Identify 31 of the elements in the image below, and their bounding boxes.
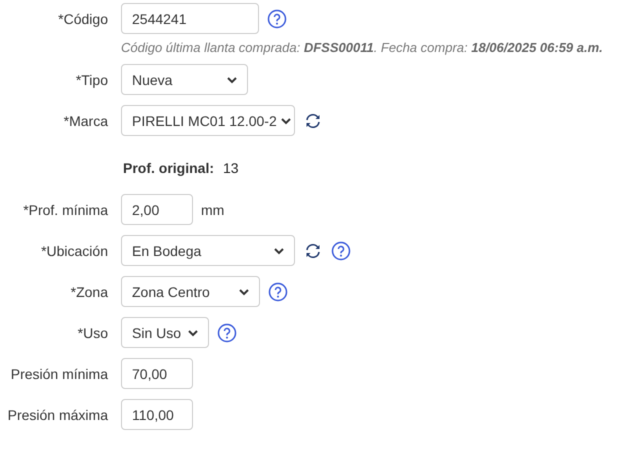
- hint-text: Código última llanta comprada: DFSS00011. Fecha compra: 18/06/2025 06:59 a.m.: [121, 40, 603, 55]
- input-field[interactable]: 70,00: [121, 358, 193, 389]
- input-field[interactable]: 2,00: [121, 194, 193, 225]
- input-field[interactable]: 110,00: [121, 399, 193, 430]
- dropdown[interactable]: En Bodega: [121, 235, 295, 266]
- field-label: Presión mínima: [10, 366, 108, 382]
- input-field[interactable]: 2544241: [121, 3, 259, 34]
- field-label: *Prof. mínima: [23, 202, 108, 218]
- chevron-icon: [239, 288, 249, 296]
- help-icon[interactable]: [267, 8, 287, 28]
- help-icon[interactable]: [217, 322, 237, 342]
- help-icon[interactable]: [331, 240, 351, 260]
- dropdown[interactable]: Sin Uso: [121, 317, 209, 348]
- field-label: *Código: [58, 10, 108, 26]
- chevron-icon: [188, 328, 198, 336]
- chevron-icon: [280, 116, 291, 124]
- help-icon[interactable]: [268, 282, 288, 302]
- chevron-icon: [227, 76, 237, 84]
- field-label: *Zona: [70, 284, 108, 300]
- dropdown[interactable]: Zona Centro: [121, 276, 260, 307]
- field-label: *Tipo: [76, 72, 108, 88]
- field-label: Presión máxima: [8, 406, 108, 422]
- field-value: 13: [223, 160, 239, 176]
- field-label: Prof. original:: [123, 160, 214, 176]
- chevron-icon: [274, 246, 284, 254]
- field-label: *Ubicación: [41, 242, 108, 258]
- unit-label: mm: [201, 202, 224, 218]
- field-label: *Uso: [78, 324, 108, 340]
- field-label: *Marca: [64, 112, 108, 128]
- dropdown[interactable]: PIRELLI MC01 12.00-2: [121, 105, 295, 136]
- dropdown[interactable]: Nueva: [121, 64, 248, 95]
